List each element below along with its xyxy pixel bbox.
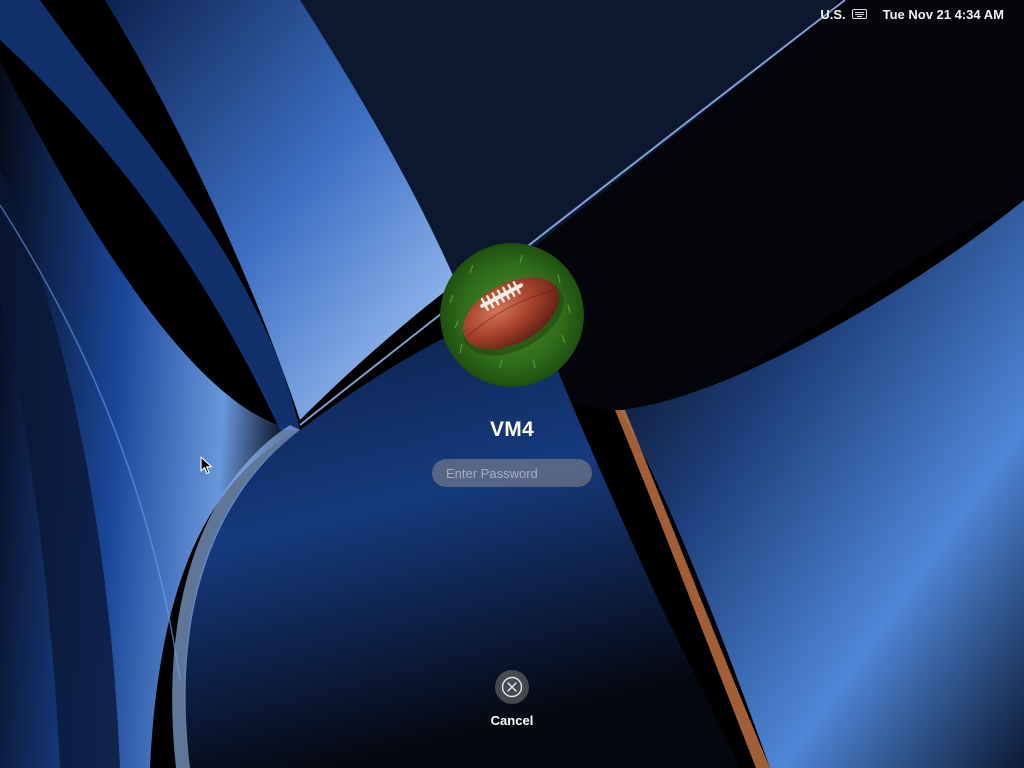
keyboard-icon	[851, 9, 867, 19]
username-label: VM4	[489, 418, 535, 441]
close-circle-icon	[495, 670, 529, 704]
input-source-label: U.S.	[820, 6, 846, 22]
mouse-cursor-icon	[200, 456, 213, 475]
password-field[interactable]	[432, 459, 592, 487]
menu-bar-status: U.S. Tue Nov 21 4:34 AM	[820, 0, 1024, 28]
cancel-button[interactable]: Cancel	[472, 670, 552, 732]
football-icon	[440, 243, 584, 387]
login-screen: U.S. Tue Nov 21 4:34 AM VM4 Cancel	[0, 0, 1024, 768]
clock: Tue Nov 21 4:34 AM	[882, 6, 1004, 22]
input-source-menu[interactable]: U.S.	[820, 6, 867, 22]
user-avatar[interactable]	[440, 243, 584, 387]
cancel-label: Cancel	[490, 713, 534, 728]
